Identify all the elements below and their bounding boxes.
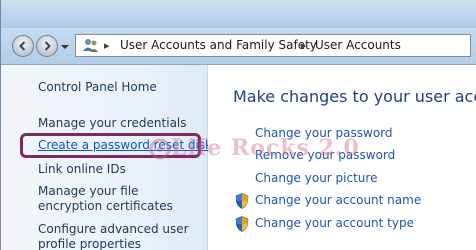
title-bar — [1, 0, 476, 28]
back-arrow-icon — [19, 41, 26, 51]
sidebar-item-configure-advanced-user-profile[interactable]: Configure advanced user profile properti… — [38, 222, 203, 250]
breadcrumb-separator-icon[interactable]: ▸ — [301, 39, 307, 52]
change-account-name-link[interactable]: Change your account name — [255, 193, 421, 207]
sidebar-item-manage-file-encryption-certificates[interactable]: Manage your file encryption certificates — [38, 184, 203, 214]
address-bar[interactable]: ▸ User Accounts and Family Safety ▸ User… — [75, 34, 471, 57]
breadcrumb-user-accounts-family-safety[interactable]: User Accounts and Family Safety — [120, 38, 317, 52]
uac-shield-icon — [235, 216, 249, 232]
recent-pages-dropdown-icon[interactable] — [60, 42, 70, 52]
uac-shield-icon — [235, 193, 249, 209]
breadcrumb-user-accounts[interactable]: User Accounts — [315, 38, 401, 52]
change-picture-link[interactable]: Change your picture — [255, 171, 377, 185]
sidebar-item-manage-credentials[interactable]: Manage your credentials — [38, 116, 187, 131]
user-accounts-icon — [83, 39, 98, 52]
control-panel-home-link[interactable]: Control Panel Home — [38, 80, 157, 95]
breadcrumb-separator-icon[interactable]: ▸ — [104, 39, 110, 52]
control-panel-window: ▸ User Accounts and Family Safety ▸ User… — [0, 0, 476, 250]
forward-arrow-icon — [44, 41, 51, 51]
sidebar-item-link-online-ids[interactable]: Link online IDs — [38, 162, 126, 177]
navigation-bar: ▸ User Accounts and Family Safety ▸ User… — [1, 28, 476, 65]
change-account-type-link[interactable]: Change your account type — [255, 216, 414, 230]
watermark-logo-icon — [149, 138, 171, 160]
page-title: Make changes to your user account — [233, 87, 476, 106]
back-button[interactable] — [12, 35, 34, 57]
watermark: Life Rocks 2.0 — [171, 135, 360, 161]
forward-button[interactable] — [36, 35, 58, 57]
